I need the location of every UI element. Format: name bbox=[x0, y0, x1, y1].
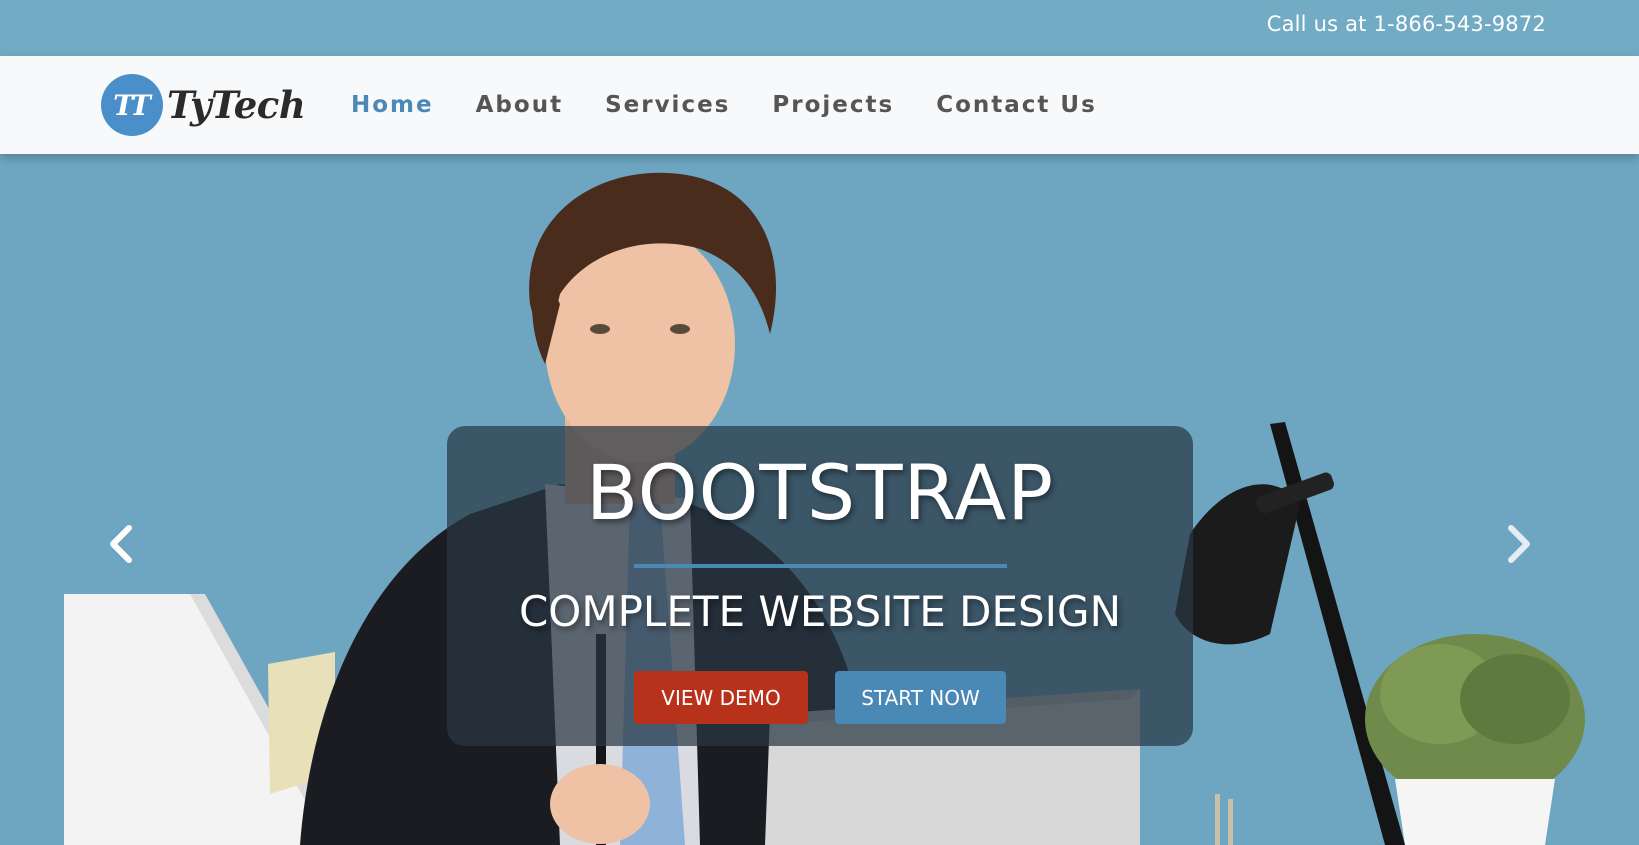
hero-subtitle: COMPLETE WEBSITE DESIGN bbox=[518, 587, 1122, 636]
carousel-prev-button[interactable] bbox=[99, 522, 143, 566]
main-navbar: TT TyTech Home About Services Projects C… bbox=[0, 56, 1639, 154]
nav-links: Home About Services Projects Contact Us bbox=[351, 56, 1139, 154]
logo-mark: TT bbox=[101, 74, 163, 136]
start-now-button[interactable]: START NOW bbox=[835, 671, 1006, 724]
nav-item-projects[interactable]: Projects bbox=[772, 92, 894, 118]
nav-item-contact-us[interactable]: Contact Us bbox=[936, 92, 1097, 118]
chevron-left-icon bbox=[110, 525, 132, 563]
top-contact-bar: Call us at 1-866-543-9872 bbox=[0, 0, 1639, 56]
hero-carousel: BOOTSTRAP COMPLETE WEBSITE DESIGN VIEW D… bbox=[0, 154, 1639, 845]
hero-caption-box: BOOTSTRAP COMPLETE WEBSITE DESIGN VIEW D… bbox=[447, 426, 1193, 746]
view-demo-button[interactable]: VIEW DEMO bbox=[634, 671, 808, 724]
nav-item-services[interactable]: Services bbox=[605, 92, 730, 118]
hero-title: BOOTSTRAP bbox=[585, 448, 1055, 537]
phone-number[interactable]: Call us at 1-866-543-9872 bbox=[1267, 12, 1546, 36]
brand-logo[interactable]: TT TyTech bbox=[101, 73, 306, 137]
chevron-right-icon bbox=[1508, 525, 1530, 563]
logo-text: TyTech bbox=[167, 83, 306, 127]
carousel-next-button[interactable] bbox=[1497, 522, 1541, 566]
nav-item-home[interactable]: Home bbox=[351, 92, 434, 118]
hero-divider bbox=[634, 564, 1007, 568]
nav-item-about[interactable]: About bbox=[476, 92, 563, 118]
